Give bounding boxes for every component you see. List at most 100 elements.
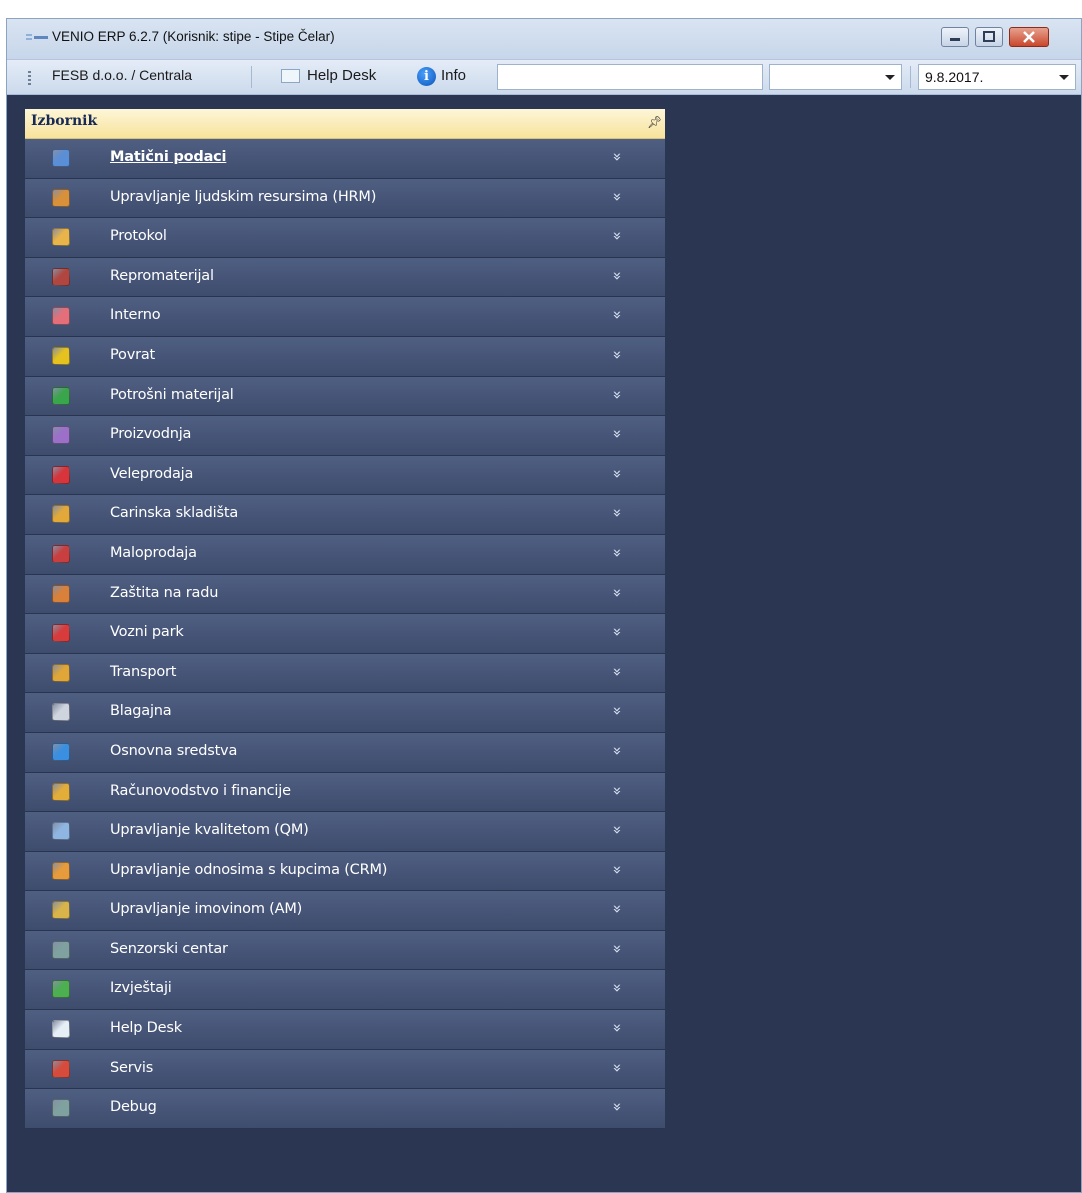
expand-chevron-icon[interactable]: »: [609, 826, 627, 835]
expand-chevron-icon[interactable]: »: [609, 232, 627, 241]
menu-item[interactable]: Upravljanje kvalitetom (QM) »: [25, 812, 665, 852]
menu-item-label: Carinska skladišta: [110, 505, 239, 522]
menu-item[interactable]: Matični podaci »: [25, 139, 665, 179]
app-logo-icon: [26, 34, 48, 40]
minimize-icon: [950, 38, 960, 41]
helpdesk-icon: [52, 1020, 70, 1039]
menu-item[interactable]: Carinska skladišta »: [25, 495, 665, 535]
materials-icon: [52, 267, 70, 286]
expand-chevron-icon[interactable]: »: [609, 1023, 627, 1032]
debug-monitor-icon: [52, 1099, 70, 1118]
minimize-button[interactable]: [941, 27, 969, 47]
menu-item-label: Veleprodaja: [110, 465, 194, 482]
safety-icon: [52, 584, 70, 603]
expand-chevron-icon[interactable]: »: [609, 548, 627, 557]
expand-chevron-icon[interactable]: »: [609, 944, 627, 953]
toolbar-grip[interactable]: [28, 71, 31, 87]
menu-item[interactable]: Povrat »: [25, 336, 665, 377]
menu-item-label: Potrošni materijal: [110, 386, 234, 403]
register-icon: [52, 703, 70, 722]
menu-item[interactable]: Interno »: [25, 297, 665, 337]
app-window: VENIO ERP 6.2.7 (Korisnik: stipe - Stipe…: [6, 18, 1082, 1193]
menu-item[interactable]: Računovodstvo i financije »: [25, 772, 665, 813]
barrier-icon: [52, 505, 70, 524]
expand-chevron-icon[interactable]: »: [609, 746, 627, 755]
store-icon: [52, 465, 70, 484]
expand-chevron-icon[interactable]: »: [609, 667, 627, 676]
menu-item[interactable]: Servis »: [25, 1049, 665, 1090]
menu-item[interactable]: Repromaterijal »: [25, 257, 665, 298]
date-dropdown[interactable]: 9.8.2017.: [918, 64, 1076, 90]
company-label[interactable]: FESB d.o.o. / Centrala: [52, 67, 192, 83]
car-icon: [52, 624, 70, 643]
menu-item[interactable]: Veleprodaja »: [25, 455, 665, 496]
menu-item-label: Senzorski centar: [110, 940, 228, 957]
expand-chevron-icon[interactable]: »: [609, 865, 627, 874]
window-title: VENIO ERP 6.2.7 (Korisnik: stipe - Stipe…: [52, 29, 335, 44]
info-icon: i: [417, 67, 436, 86]
menu-item-label: Protokol: [110, 228, 167, 245]
menu-item[interactable]: Protokol »: [25, 218, 665, 258]
menu-item[interactable]: Proizvodnja »: [25, 416, 665, 456]
menu-item[interactable]: Osnovna sredstva »: [25, 732, 665, 773]
radiation-icon: [52, 346, 70, 365]
workspace: Izbornik 📌︎ Matični podaci» Upravljanje l…: [7, 95, 1081, 1192]
search-input[interactable]: [497, 64, 763, 90]
menu-item-label: Interno: [110, 307, 161, 324]
menu-item-label: Transport: [110, 663, 177, 680]
toolbar-separator: [910, 66, 911, 88]
menu-item[interactable]: Zaštita na radu »: [25, 574, 665, 615]
menu-item-label: Help Desk: [110, 1020, 182, 1037]
menu-item[interactable]: Upravljanje odnosima s kupcima (CRM) »: [25, 851, 665, 892]
menu-item-label: Servis: [110, 1059, 154, 1076]
assets-icon: [52, 901, 70, 920]
menu-item-label: Povrat: [110, 346, 156, 363]
menu-item[interactable]: Izvještaji »: [25, 970, 665, 1011]
menu-item[interactable]: Help Desk »: [25, 1010, 665, 1050]
expand-chevron-icon[interactable]: »: [609, 192, 627, 201]
maximize-icon: [983, 31, 995, 42]
menu-item[interactable]: Maloprodaja »: [25, 534, 665, 575]
expand-chevron-icon[interactable]: »: [609, 1063, 627, 1072]
expand-chevron-icon[interactable]: »: [609, 271, 627, 280]
menu-item[interactable]: Potrošni materijal »: [25, 376, 665, 417]
menu-item-label: Upravljanje ljudskim resursima (HRM): [110, 188, 377, 205]
menu-item[interactable]: Debug »: [25, 1089, 665, 1129]
expand-chevron-icon[interactable]: »: [609, 509, 627, 518]
title-bar[interactable]: VENIO ERP 6.2.7 (Korisnik: stipe - Stipe…: [7, 19, 1081, 59]
expand-chevron-icon[interactable]: »: [609, 905, 627, 914]
maximize-button[interactable]: [975, 27, 1003, 47]
expand-chevron-icon[interactable]: »: [609, 984, 627, 993]
menu-item[interactable]: Blagajna »: [25, 693, 665, 733]
menu-item[interactable]: Upravljanje imovinom (AM) »: [25, 891, 665, 931]
expand-chevron-icon[interactable]: »: [609, 390, 627, 399]
menu-item[interactable]: Upravljanje ljudskim resursima (HRM) »: [25, 178, 665, 219]
close-button[interactable]: [1009, 27, 1049, 47]
pin-icon[interactable]: 📌︎: [647, 115, 662, 129]
menu-item-label: Osnovna sredstva: [110, 742, 238, 759]
expand-chevron-icon[interactable]: »: [609, 350, 627, 359]
menu-item-label: Proizvodnja: [110, 426, 192, 443]
truck-icon: [52, 663, 70, 682]
chevron-down-icon: [885, 75, 895, 80]
expand-chevron-icon[interactable]: »: [609, 469, 627, 478]
expand-chevron-icon[interactable]: »: [609, 707, 627, 716]
toolbar: FESB d.o.o. / Centrala Help Desk i Info …: [7, 59, 1081, 95]
expand-chevron-icon[interactable]: »: [609, 628, 627, 637]
reports-icon: [52, 980, 70, 999]
menu-panel: Izbornik 📌︎ Matični podaci» Upravljanje l…: [25, 109, 665, 1129]
expand-chevron-icon[interactable]: »: [609, 311, 627, 320]
menu-item[interactable]: Senzorski centar »: [25, 930, 665, 971]
menu-item-label: Matični podaci: [110, 149, 227, 165]
expand-chevron-icon[interactable]: »: [609, 588, 627, 597]
expand-chevron-icon[interactable]: »: [609, 1103, 627, 1112]
clipboard-icon: [52, 228, 70, 247]
menu-item[interactable]: Transport »: [25, 653, 665, 694]
menu-item-label: Računovodstvo i financije: [110, 782, 291, 799]
filter-dropdown[interactable]: [769, 64, 902, 90]
expand-chevron-icon[interactable]: »: [609, 152, 627, 161]
menu-item[interactable]: Vozni park »: [25, 614, 665, 654]
expand-chevron-icon[interactable]: »: [609, 430, 627, 439]
helpdesk-icon: [281, 69, 300, 83]
expand-chevron-icon[interactable]: »: [609, 786, 627, 795]
